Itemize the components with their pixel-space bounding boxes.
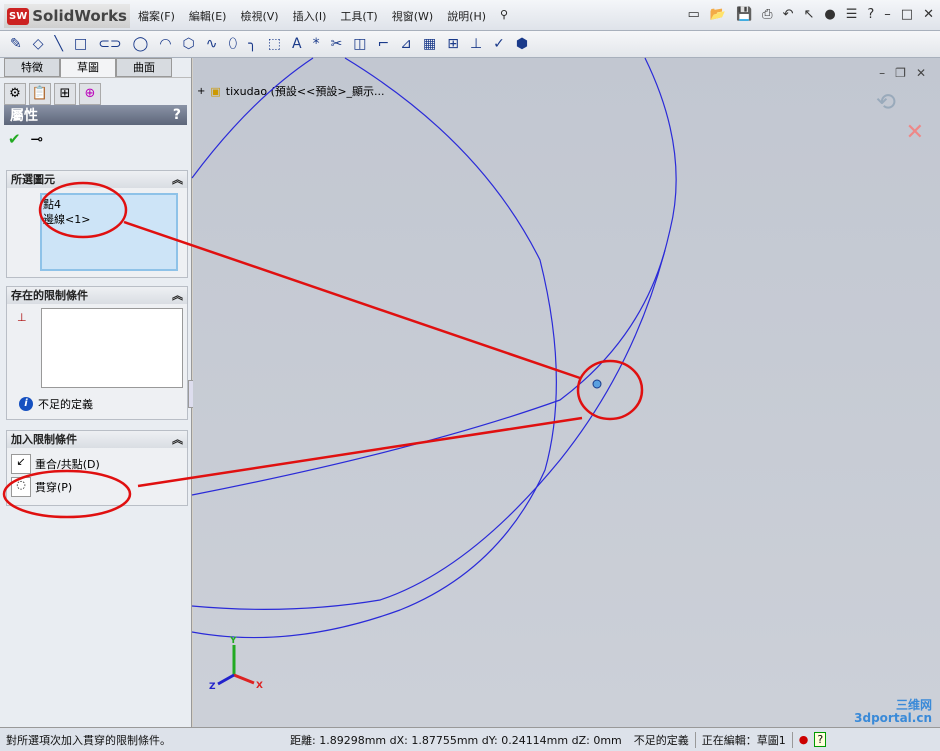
spline-icon[interactable]: ∿ bbox=[206, 36, 218, 52]
title-bar: SW SolidWorks 檔案(F) 編輯(E) 檢視(V) 插入(I) 工具(… bbox=[0, 0, 940, 31]
collapse-icon[interactable]: ︽ bbox=[172, 431, 183, 448]
editing-status: 正在編輯：草圖1 bbox=[696, 731, 793, 748]
ellipse-icon[interactable]: ⬯ bbox=[229, 36, 238, 52]
menu-view[interactable]: 檢視(V) bbox=[240, 8, 278, 24]
close-button[interactable]: ✕ bbox=[923, 7, 934, 22]
select-icon[interactable]: ↖ bbox=[803, 7, 814, 22]
menu-file[interactable]: 檔案(F) bbox=[138, 8, 175, 24]
menu-window[interactable]: 視窗(W) bbox=[392, 8, 433, 24]
menu-edit[interactable]: 編輯(E) bbox=[189, 8, 227, 24]
menu-insert[interactable]: 插入(I) bbox=[293, 8, 327, 24]
coincident-relation-button[interactable]: ↙ 重合/共點(D) bbox=[11, 454, 187, 474]
offset-icon[interactable]: ⌐ bbox=[378, 36, 390, 52]
window-controls: ▭ 📂 💾 ⎙ ↶ ↖ ● ☰ ? – □ ✕ bbox=[688, 7, 935, 22]
polygon-icon[interactable]: ⬡ bbox=[183, 36, 195, 52]
help-button[interactable]: ? bbox=[173, 107, 181, 123]
graphics-area[interactable]: + ▣ tixudao (預設<<預設>_顯示... – ❐ ✕ ⟲ ✕ 三维网… bbox=[193, 58, 940, 727]
collapse-icon[interactable]: ︽ bbox=[172, 171, 183, 188]
pin-icon[interactable]: ⚲ bbox=[500, 8, 508, 24]
menu-tools[interactable]: 工具(T) bbox=[340, 8, 377, 24]
convert-icon[interactable]: ◫ bbox=[353, 36, 366, 52]
existing-relations-list[interactable] bbox=[41, 308, 183, 388]
definition-status: 不足的定義 bbox=[628, 731, 696, 748]
collapse-icon[interactable]: ︽ bbox=[172, 287, 183, 304]
expand-icon[interactable]: + bbox=[197, 86, 205, 97]
relations-icon[interactable]: ⊥ bbox=[470, 36, 482, 52]
tab-sketch[interactable]: 草圖 bbox=[60, 58, 116, 77]
sketch-toolbar: ✎ ◇ ╲ □ ⊂⊃ ◯ ◠ ⬡ ∿ ⬯ ╮ ⬚ A * ✂ ◫ ⌐ ⊿ ▦ ⊞… bbox=[0, 31, 940, 58]
tab-surfaces[interactable]: 曲面 bbox=[116, 58, 172, 77]
status-bar: 對所選項次加入貫穿的限制條件。 距離: 1.89298mm dX: 1.8775… bbox=[0, 727, 940, 751]
menu-help[interactable]: 說明(H) bbox=[447, 8, 486, 24]
options-icon[interactable]: ☰ bbox=[846, 7, 858, 22]
print-icon[interactable]: ⎙ bbox=[762, 7, 772, 22]
view-orientation-icon[interactable]: ⬢ bbox=[516, 36, 528, 52]
slot-icon[interactable]: ⊂⊃ bbox=[98, 36, 121, 52]
property-manager-icon[interactable]: 📋 bbox=[29, 83, 51, 105]
new-icon[interactable]: ▭ bbox=[688, 7, 700, 22]
viewport-restore-button[interactable]: ❐ bbox=[895, 66, 906, 80]
selected-entities-group: 所選圖元 ︽ 點4 邊線<1> bbox=[6, 170, 188, 278]
viewport-close-button[interactable]: ✕ bbox=[916, 66, 926, 80]
menu-bar: 檔案(F) 編輯(E) 檢視(V) 插入(I) 工具(T) 視窗(W) 說明(H… bbox=[138, 8, 508, 24]
trim-icon[interactable]: ✂ bbox=[331, 36, 343, 52]
minimize-button[interactable]: – bbox=[884, 7, 891, 22]
rebuild-icon[interactable]: ● bbox=[824, 7, 835, 22]
feature-tree-root[interactable]: + ▣ tixudao (預設<<預設>_顯示... bbox=[197, 83, 385, 99]
plane-icon[interactable]: ⬚ bbox=[268, 36, 281, 52]
info-icon: i bbox=[19, 397, 33, 411]
rebuild-status-icon[interactable]: ● bbox=[793, 733, 815, 746]
app-logo: SW SolidWorks bbox=[4, 4, 130, 28]
watermark: 三维网 3dportal.cn bbox=[854, 698, 932, 725]
ok-check-icon[interactable]: ✔ bbox=[8, 130, 21, 148]
pattern-icon[interactable]: ▦ bbox=[423, 36, 436, 52]
fillet-icon[interactable]: ╮ bbox=[248, 36, 256, 52]
pierce-icon: ◌ bbox=[11, 477, 31, 497]
configuration-manager-icon[interactable]: ⊞ bbox=[54, 83, 76, 105]
add-relations-group: 加入限制條件 ︽ ↙ 重合/共點(D) ◌ 貫穿(P) bbox=[6, 430, 188, 506]
list-item[interactable]: 點4 bbox=[43, 197, 175, 212]
feature-manager-icon[interactable]: ⚙ bbox=[4, 83, 26, 105]
part-icon: ▣ bbox=[210, 84, 221, 98]
point-icon[interactable]: * bbox=[313, 36, 320, 52]
relation-icon: ⊥ bbox=[17, 311, 27, 324]
confirm-corner-cancel-icon[interactable]: ✕ bbox=[906, 120, 924, 145]
open-icon[interactable]: 📂 bbox=[710, 7, 726, 22]
status-message: 對所選項次加入貫穿的限制條件。 bbox=[6, 733, 171, 747]
list-item[interactable]: 邊線<1> bbox=[43, 212, 175, 227]
definition-status: 不足的定義 bbox=[38, 398, 93, 411]
viewport-minimize-button[interactable]: – bbox=[879, 66, 885, 80]
mirror-icon[interactable]: ⊿ bbox=[400, 36, 412, 52]
pierce-relation-button[interactable]: ◌ 貫穿(P) bbox=[11, 477, 187, 497]
tab-features[interactable]: 特徵 bbox=[4, 58, 60, 77]
help-status-icon[interactable]: ? bbox=[814, 732, 827, 747]
property-manager-panel: 特徵 草圖 曲面 ⚙ 📋 ⊞ ⊕ 屬性? ✔ ⊸ 所選圖元 ︽ 點4 邊線<1> 存… bbox=[0, 58, 196, 727]
coincident-icon: ↙ bbox=[11, 454, 31, 474]
circle-icon[interactable]: ◯ bbox=[133, 36, 149, 52]
measure-readout: 距離: 1.89298mm dX: 1.87755mm dY: 0.24114m… bbox=[290, 733, 622, 747]
smart-dimension-icon[interactable]: ◇ bbox=[33, 36, 44, 52]
panel-title: 屬性? bbox=[4, 105, 187, 125]
existing-relations-group: 存在的限制條件 ︽ ⊥ i 不足的定義 bbox=[6, 286, 188, 420]
help-icon[interactable]: ? bbox=[867, 7, 874, 22]
confirm-corner-exit-sketch-icon[interactable]: ⟲ bbox=[876, 88, 896, 116]
app-title: SolidWorks bbox=[32, 7, 127, 25]
repair-icon[interactable]: ✓ bbox=[493, 36, 505, 52]
undo-icon[interactable]: ↶ bbox=[783, 7, 794, 22]
arc-icon[interactable]: ◠ bbox=[159, 36, 171, 52]
text-icon[interactable]: A bbox=[292, 36, 302, 52]
dimxpert-icon[interactable]: ⊕ bbox=[79, 83, 101, 105]
sketch-icon[interactable]: ✎ bbox=[10, 36, 22, 52]
save-icon[interactable]: 💾 bbox=[736, 7, 752, 22]
rectangle-icon[interactable]: □ bbox=[74, 36, 87, 52]
pushpin-icon[interactable]: ⊸ bbox=[31, 130, 44, 148]
selected-entities-list[interactable]: 點4 邊線<1> bbox=[40, 193, 178, 271]
maximize-button[interactable]: □ bbox=[901, 7, 913, 22]
move-icon[interactable]: ⊞ bbox=[447, 36, 459, 52]
line-icon[interactable]: ╲ bbox=[55, 36, 63, 52]
